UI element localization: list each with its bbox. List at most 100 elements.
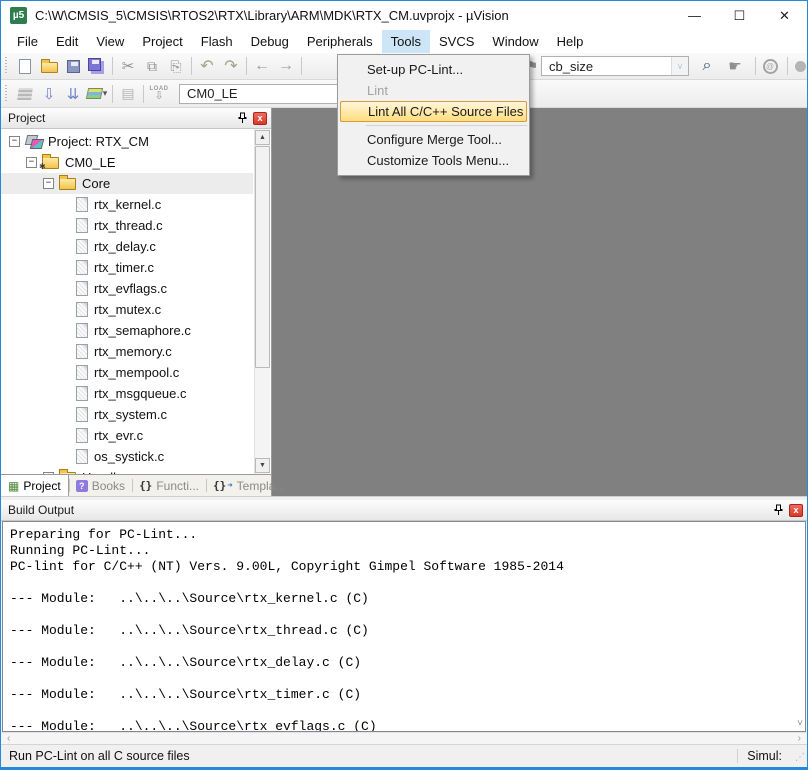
pin-icon[interactable] (772, 504, 785, 517)
toolbar-separator (755, 57, 756, 75)
menu-item-help[interactable]: Help (548, 30, 593, 53)
maximize-button[interactable]: ☐ (717, 1, 762, 30)
menu-item-debug[interactable]: Debug (242, 30, 298, 53)
file-icon (76, 365, 88, 380)
cut-icon[interactable]: ✂ (116, 55, 140, 77)
tree-item-handlers[interactable]: +Handlers (1, 467, 253, 474)
expander-minus-icon[interactable]: − (26, 157, 37, 168)
menu-item-lint-all-c-c-source-files[interactable]: Lint All C/C++ Source Files (340, 101, 527, 122)
file-icon (76, 407, 88, 422)
file-search-combobox[interactable]: cb_size ∨ (541, 56, 689, 76)
menu-item-customize-tools-menu[interactable]: Customize Tools Menu... (338, 150, 529, 171)
menu-item-set-up-pc-lint[interactable]: Set-up PC-Lint... (338, 59, 529, 80)
open-file-icon[interactable] (37, 55, 61, 77)
translate-icon[interactable] (13, 83, 37, 105)
close-panel-button[interactable]: x (789, 504, 803, 517)
project-tab-icon: ▦ (8, 479, 19, 493)
tree-item-rtx-delay-c[interactable]: rtx_delay.c (1, 236, 253, 257)
scrollbar-thumb[interactable] (255, 146, 270, 368)
scroll-left-icon[interactable]: ‹ (7, 733, 10, 744)
redo-icon[interactable]: ↷ (219, 55, 243, 77)
scroll-up-icon[interactable]: ▲ (255, 130, 270, 145)
tree-item-rtx-thread-c[interactable]: rtx_thread.c (1, 215, 253, 236)
paste-icon[interactable]: ⎘ (164, 55, 188, 77)
tree-item-rtx-system-c[interactable]: rtx_system.c (1, 404, 253, 425)
save-all-icon[interactable] (85, 55, 109, 77)
window-title: C:\W\CMSIS_5\CMSIS\RTOS2\RTX\Library\ARM… (35, 8, 509, 23)
status-bar: Run PC-Lint on all C source files Simul:… (1, 744, 807, 767)
scroll-down-icon[interactable]: ▼ (255, 458, 270, 473)
pin-icon[interactable] (236, 112, 249, 125)
tree-item-rtx-msgqueue-c[interactable]: rtx_msgqueue.c (1, 383, 253, 404)
toolbar-grip[interactable] (4, 57, 9, 75)
tree-item-rtx-mutex-c[interactable]: rtx_mutex.c (1, 299, 253, 320)
tree-item-rtx-evr-c[interactable]: rtx_evr.c (1, 425, 253, 446)
tab-functi[interactable]: {}Functi... (132, 475, 206, 496)
navigate-forward-icon[interactable]: → (274, 55, 298, 77)
tree-item-rtx-mempool-c[interactable]: rtx_mempool.c (1, 362, 253, 383)
minimize-button[interactable]: — (672, 1, 717, 30)
menu-item-view[interactable]: View (87, 30, 133, 53)
record-icon[interactable] (788, 55, 808, 77)
menu-item-svcs[interactable]: SVCS (430, 30, 483, 53)
navigate-back-icon[interactable]: ← (250, 55, 274, 77)
toolbar-separator (112, 85, 113, 103)
close-button[interactable]: ✕ (762, 1, 807, 30)
download-load-icon[interactable]: LOAD ⇩ (147, 83, 171, 105)
chevron-down-icon[interactable]: ∨ (671, 57, 688, 75)
expander-plus-icon[interactable]: + (43, 472, 54, 474)
menu-item-peripherals[interactable]: Peripherals (298, 30, 382, 53)
build-icon[interactable]: ⇩ (37, 83, 61, 105)
find-in-files-icon[interactable]: ⌕ (695, 55, 719, 77)
tab-project[interactable]: ▦Project (1, 475, 69, 496)
output-line: --- Module: ..\..\..\Source\rtx_thread.c… (10, 623, 798, 639)
output-line: --- Module: ..\..\..\Source\rtx_evflags.… (10, 719, 798, 732)
file-icon (76, 239, 88, 254)
tab-label: Books (92, 479, 125, 493)
tab-templa[interactable]: {}➜Templa... (206, 475, 292, 496)
tree-item-cm0-le[interactable]: −CM0_LE (1, 152, 253, 173)
new-file-icon[interactable] (13, 55, 37, 77)
menu-item-window[interactable]: Window (483, 30, 547, 53)
download-arrow-icon: ⇩ (154, 91, 163, 102)
tab-books[interactable]: ?Books (69, 475, 132, 496)
menu-item-file[interactable]: File (8, 30, 47, 53)
file-search-value: cb_size (542, 59, 593, 74)
tree-item-os-systick-c[interactable]: os_systick.c (1, 446, 253, 467)
tree-scrollbar: ▲ ▼ (254, 129, 270, 474)
menu-item-flash[interactable]: Flash (192, 30, 242, 53)
tree-item-rtx-timer-c[interactable]: rtx_timer.c (1, 257, 253, 278)
menu-item-tools[interactable]: Tools (382, 30, 430, 53)
tree-item-project-rtx-cm[interactable]: −Project: RTX_CM (1, 131, 253, 152)
zoom-icon[interactable]: @ (758, 55, 782, 77)
close-panel-button[interactable]: x (253, 112, 267, 125)
tree-item-rtx-kernel-c[interactable]: rtx_kernel.c (1, 194, 253, 215)
menu-item-project[interactable]: Project (133, 30, 191, 53)
target-selector-combobox[interactable]: CM0_LE ∨ (179, 84, 357, 104)
copy-icon[interactable]: ⧉ (140, 55, 164, 77)
expander-minus-icon[interactable]: − (43, 178, 54, 189)
save-icon[interactable] (61, 55, 85, 77)
output-line: Running PC-Lint... (10, 543, 798, 559)
uvision-logo-icon: µ5 (10, 7, 27, 24)
pointer-hand-icon[interactable]: ☛ (723, 55, 747, 77)
toolbar-separator (143, 85, 144, 103)
menu-item-configure-merge-tool[interactable]: Configure Merge Tool... (338, 129, 529, 150)
scroll-right-icon[interactable]: › (798, 733, 801, 744)
undo-icon[interactable]: ↶ (195, 55, 219, 77)
batch-build-icon[interactable]: ▾ (85, 83, 109, 105)
menu-item-edit[interactable]: Edit (47, 30, 87, 53)
tree-item-rtx-evflags-c[interactable]: rtx_evflags.c (1, 278, 253, 299)
chevron-down-icon[interactable]: ▾ (103, 88, 108, 99)
tree-item-core[interactable]: −Core (1, 173, 253, 194)
tree-item-rtx-memory-c[interactable]: rtx_memory.c (1, 341, 253, 362)
expander-minus-icon[interactable]: − (9, 136, 20, 147)
rebuild-icon[interactable]: ⇊ (61, 83, 85, 105)
file-icon (76, 218, 88, 233)
resize-grip[interactable]: ⋰ (791, 749, 805, 763)
tree-item-label: rtx_kernel.c (94, 197, 161, 212)
menu-item-lint: Lint (338, 80, 529, 101)
tree-item-rtx-semaphore-c[interactable]: rtx_semaphore.c (1, 320, 253, 341)
scroll-down-icon[interactable]: ˅ (797, 718, 803, 729)
toolbar-grip[interactable] (4, 85, 9, 103)
